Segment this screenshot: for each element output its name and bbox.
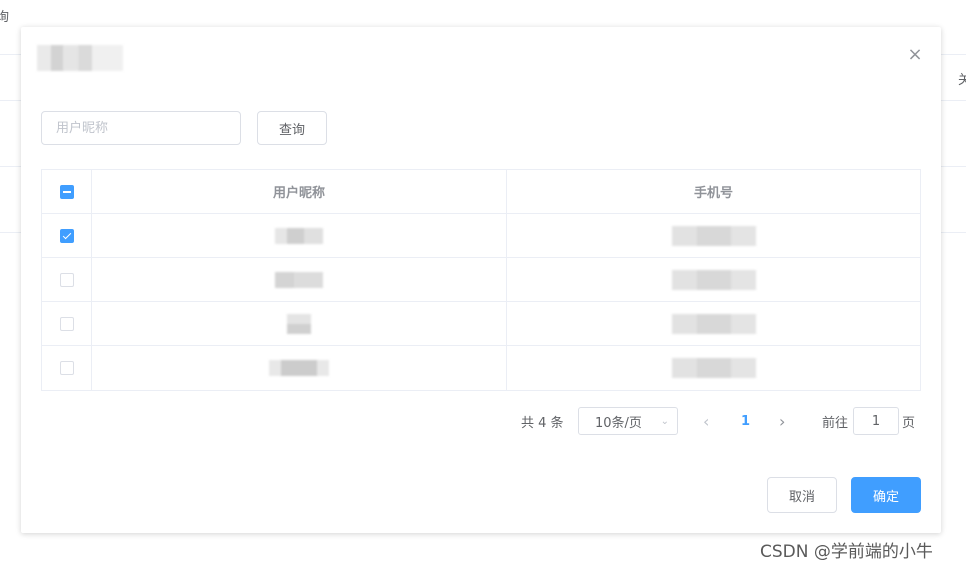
row-checkbox[interactable] — [59, 361, 74, 375]
row-checkbox-cell — [42, 214, 92, 257]
dialog-title — [37, 45, 123, 71]
nickname-cell — [92, 258, 507, 301]
next-page-icon[interactable]: › — [779, 407, 785, 435]
background-query-text: 询 — [0, 10, 10, 25]
prev-page-icon[interactable]: ‹ — [703, 407, 709, 435]
table-row[interactable] — [42, 302, 920, 346]
blurred-nickname — [287, 313, 311, 334]
row-checkbox[interactable] — [59, 272, 74, 287]
current-page-number[interactable]: 1 — [741, 407, 750, 435]
blurred-phone — [671, 225, 756, 246]
user-table: 用户昵称 手机号 — [41, 169, 921, 391]
nickname-cell — [92, 302, 507, 345]
table-row[interactable] — [42, 258, 920, 302]
nickname-header-label: 用户昵称 — [272, 186, 325, 201]
pagination-total: 共 4 条 — [521, 415, 564, 431]
select-user-dialog: × 查询 用户昵称 手机号 — [21, 27, 941, 533]
query-button[interactable]: 查询 — [257, 111, 327, 145]
watermark: CSDN @学前端的小牛 — [760, 542, 933, 562]
goto-label: 前往 — [822, 415, 849, 431]
cancel-button[interactable]: 取消 — [767, 477, 837, 513]
goto-page-input[interactable] — [853, 407, 899, 435]
phone-cell — [507, 346, 920, 390]
blurred-phone — [671, 358, 756, 378]
phone-cell — [507, 258, 920, 301]
phone-cell — [507, 302, 920, 345]
close-icon[interactable]: × — [907, 46, 923, 64]
row-checkbox[interactable] — [59, 228, 74, 243]
page-size-select[interactable]: 10条/页 ⌄ — [578, 407, 678, 435]
blurred-nickname — [269, 360, 329, 376]
select-all-checkbox[interactable] — [59, 184, 74, 199]
column-header-nickname: 用户昵称 — [92, 170, 507, 213]
confirm-button[interactable]: 确定 — [851, 477, 921, 513]
table-row[interactable] — [42, 346, 920, 390]
page-size-value: 10条/页 — [595, 415, 642, 431]
row-checkbox-cell — [42, 302, 92, 345]
header-checkbox-cell — [42, 170, 92, 213]
row-checkbox-cell — [42, 258, 92, 301]
row-checkbox[interactable] — [59, 316, 74, 331]
blurred-phone — [671, 313, 756, 334]
nickname-cell — [92, 346, 507, 390]
background-column-text: 关 — [958, 73, 966, 88]
blurred-nickname — [275, 227, 323, 244]
column-header-phone: 手机号 — [507, 170, 920, 213]
chevron-down-icon: ⌄ — [660, 415, 669, 427]
row-checkbox-cell — [42, 346, 92, 390]
phone-cell — [507, 214, 920, 257]
table-row[interactable] — [42, 214, 920, 258]
nickname-search-input[interactable] — [41, 111, 241, 145]
table-header: 用户昵称 手机号 — [42, 170, 920, 214]
page-suffix-label: 页 — [902, 415, 916, 431]
phone-header-label: 手机号 — [693, 186, 733, 201]
blurred-phone — [671, 269, 756, 290]
nickname-cell — [92, 214, 507, 257]
blurred-nickname — [275, 271, 323, 288]
